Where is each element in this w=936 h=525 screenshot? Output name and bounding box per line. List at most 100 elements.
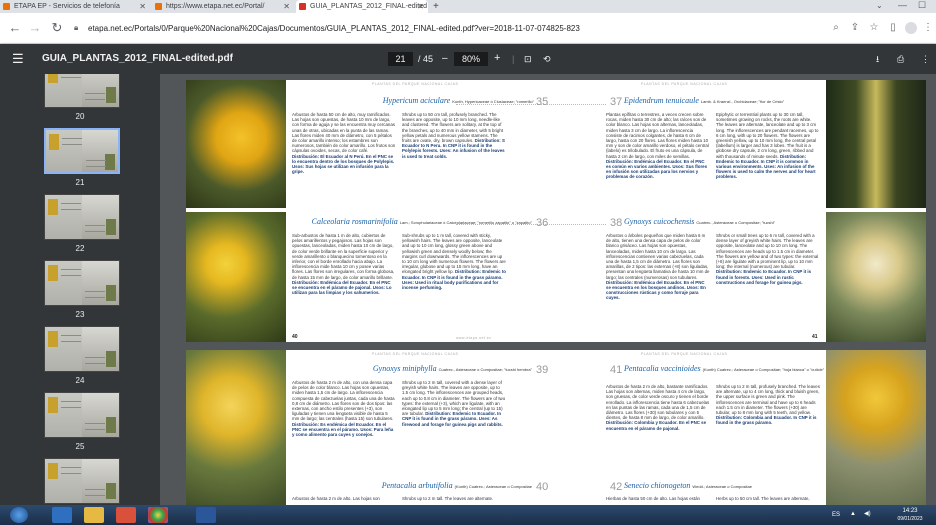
tab-close-icon[interactable]: ✕ bbox=[283, 0, 290, 13]
thumbnail-page-number: 23 bbox=[75, 310, 85, 319]
tab-etapa-portal[interactable]: https://www.etapa.net.ec/Portal/ ✕ bbox=[152, 0, 294, 13]
page-number-right: 41 bbox=[812, 334, 818, 340]
species-description-en: Shrubs up to 2 m tall. The leaves are al… bbox=[402, 496, 494, 501]
os-taskbar: ES ▲ ◀) 14:23 09/01/2023 bbox=[0, 505, 936, 525]
media-player-icon[interactable] bbox=[116, 507, 136, 523]
species-title: Hypericum aciculare Kunth, Hypericaceae … bbox=[382, 96, 534, 105]
species-title: Gynoxys cuicochensis Cuatrec., Asteracea… bbox=[624, 217, 776, 226]
reload-icon[interactable]: ↻ bbox=[50, 21, 64, 35]
sidebar-toggle-icon[interactable]: ▯ bbox=[887, 22, 899, 34]
tab-guia-plantas[interactable]: GUIA_PLANTAS_2012_FINAL-edited ✕ bbox=[296, 0, 428, 13]
page-thumbnail[interactable] bbox=[44, 458, 120, 504]
page-number-left: 40 bbox=[292, 334, 298, 340]
species-title: Pentacalia vaccinioides (Kunth) Cuatrec.… bbox=[624, 364, 825, 373]
species-description-en: Shrubs up to 2 m tall, covered with a de… bbox=[402, 380, 506, 427]
word-icon[interactable] bbox=[196, 507, 216, 523]
network-icon[interactable]: ▲ bbox=[850, 511, 856, 518]
species-description-es: Sub-arbustos de hasta 1 m de alto, cubie… bbox=[292, 233, 395, 296]
thumbnail-page-number: 25 bbox=[75, 442, 85, 451]
share-icon[interactable]: ⇪ bbox=[849, 22, 861, 34]
rotate-icon[interactable]: ⟲ bbox=[543, 53, 551, 65]
species-title: Gynoxys miniphylla Cuatrec., Asteraceae … bbox=[372, 364, 532, 373]
thumbnail-page-number: 21 bbox=[75, 178, 85, 187]
species-number: 42 bbox=[610, 481, 623, 493]
epidendrum-photo bbox=[826, 80, 926, 208]
species-number: 35 bbox=[536, 96, 549, 108]
tab-label: ETAPA EP - Servicios de telefonía bbox=[14, 3, 120, 10]
thumbnail-page-number: 20 bbox=[75, 112, 85, 121]
volume-icon[interactable]: ◀) bbox=[864, 511, 871, 518]
page-thumbnail[interactable] bbox=[44, 260, 120, 306]
pdf-viewer[interactable]: PLANTAS DEL PARQUE NACIONAL CAJAS PLANTA… bbox=[160, 74, 936, 505]
zoom-out-button[interactable]: – bbox=[442, 53, 448, 65]
forward-icon[interactable]: → bbox=[28, 21, 42, 35]
tab-close-icon[interactable]: ✕ bbox=[417, 0, 424, 13]
internet-explorer-icon[interactable] bbox=[52, 507, 72, 523]
page-thumbnail[interactable] bbox=[44, 194, 120, 240]
tab-close-icon[interactable]: ✕ bbox=[139, 0, 146, 13]
tab-search-icon[interactable]: ⌄ bbox=[876, 1, 883, 10]
new-tab-button[interactable]: + bbox=[433, 0, 439, 13]
pdf-page-spread: PLANTAS DEL PARQUE NACIONAL CAJAS PLANTA… bbox=[186, 350, 926, 505]
start-button-icon[interactable] bbox=[10, 507, 28, 523]
species-title: Senecio chionogeton Wedd.; Asteraceae o … bbox=[624, 481, 752, 490]
species-title: Pentacalia arbutifolia (Kunth) Cuatrec.;… bbox=[381, 481, 532, 490]
page-thumbnail[interactable] bbox=[44, 326, 120, 372]
species-description-en: Sub-shrubs up to 1 m tall, covered with … bbox=[402, 233, 506, 291]
calceolaria-photo bbox=[186, 212, 286, 342]
page-thumbnail[interactable] bbox=[44, 74, 120, 108]
lock-icon[interactable]: 🔒︎ bbox=[74, 23, 78, 33]
star-icon[interactable]: ☆ bbox=[868, 22, 880, 34]
language-indicator[interactable]: ES bbox=[832, 512, 840, 519]
species-description-es: Arbustos de hasta 2 m de alto, con una d… bbox=[292, 380, 395, 438]
page-footer: www.etapa.net.ec bbox=[456, 336, 492, 340]
species-description-es: Arbustos de hasta 2 m de alto. Las hojas… bbox=[292, 496, 380, 501]
menu-kebab-icon[interactable]: ⋮ bbox=[922, 22, 934, 34]
profile-avatar-icon[interactable] bbox=[905, 22, 917, 34]
more-actions-icon[interactable]: ⋮ bbox=[921, 53, 930, 65]
species-number: 40 bbox=[536, 481, 549, 493]
maximize-icon[interactable]: ☐ bbox=[918, 0, 926, 11]
species-description-en: Shrubs or small trees up to 6 m tall, co… bbox=[716, 233, 819, 285]
back-icon[interactable]: ← bbox=[8, 21, 22, 35]
page-number-input[interactable]: 21 bbox=[388, 52, 413, 66]
pdf-filename: GUIA_PLANTAS_2012_FINAL-edited.pdf bbox=[42, 53, 233, 64]
hypericum-photo bbox=[186, 80, 286, 208]
tab-label: GUIA_PLANTAS_2012_FINAL-edited bbox=[310, 3, 427, 10]
page-header: PLANTAS DEL PARQUE NACIONAL CAJAS bbox=[641, 352, 728, 356]
chrome-icon[interactable] bbox=[148, 507, 168, 523]
fit-to-page-icon[interactable]: ⊡ bbox=[524, 53, 532, 65]
hamburger-menu-icon[interactable]: ☰ bbox=[12, 52, 24, 66]
zoom-in-button[interactable]: + bbox=[494, 52, 500, 64]
species-number: 38 bbox=[610, 217, 623, 229]
thumbnail-sidebar[interactable]: 20212223242526 bbox=[0, 74, 160, 505]
page-thumbnail[interactable] bbox=[44, 128, 120, 174]
file-explorer-icon[interactable] bbox=[84, 507, 104, 523]
print-icon[interactable]: ⎙ bbox=[897, 53, 904, 65]
species-description-es: Plantas epífitas o terrestres, a veces c… bbox=[606, 112, 709, 180]
species-number: 37 bbox=[610, 96, 623, 108]
tab-etapa-services[interactable]: ETAPA EP - Servicios de telefonía ✕ bbox=[0, 0, 150, 13]
species-title: Calceolaria rosmarinifolia Lam.; Scrophu… bbox=[311, 217, 532, 226]
page-thumbnail[interactable] bbox=[44, 392, 120, 438]
tab-strip: ETAPA EP - Servicios de telefonía ✕ http… bbox=[0, 0, 936, 13]
minimize-icon[interactable]: — bbox=[898, 0, 907, 10]
zoom-input[interactable]: 80% bbox=[454, 52, 488, 66]
species-number: 41 bbox=[610, 364, 623, 376]
total-pages: / 45 bbox=[418, 54, 434, 64]
species-number: 36 bbox=[536, 217, 549, 229]
species-description-es: Hierbas de hasta 50 cm de alto. Las hoja… bbox=[606, 496, 700, 501]
page-header: PLANTAS DEL PARQUE NACIONAL CAJAS bbox=[372, 352, 459, 356]
clock-date[interactable]: 09/01/2023 bbox=[890, 516, 930, 523]
etapa-favicon-icon bbox=[3, 3, 10, 10]
species-description-en: Shrubs up to 50 cm tall, profusely branc… bbox=[402, 112, 505, 159]
pentacalia-photo bbox=[826, 350, 926, 505]
clock-time[interactable]: 14:23 bbox=[890, 508, 930, 515]
download-icon[interactable]: ⭳ bbox=[876, 53, 879, 65]
etapa-favicon-icon bbox=[155, 3, 162, 10]
species-description-en: Herbs up to 50 cm tall. The leaves are a… bbox=[716, 496, 810, 501]
separator: | bbox=[512, 54, 515, 64]
species-description-es: Arbustos de hasta 2 m de alto, bastante … bbox=[606, 384, 710, 431]
search-icon[interactable]: ⌕ bbox=[830, 22, 842, 34]
address-bar[interactable]: etapa.net.ec/Portals/0/Parque%20Nacional… bbox=[88, 20, 808, 37]
